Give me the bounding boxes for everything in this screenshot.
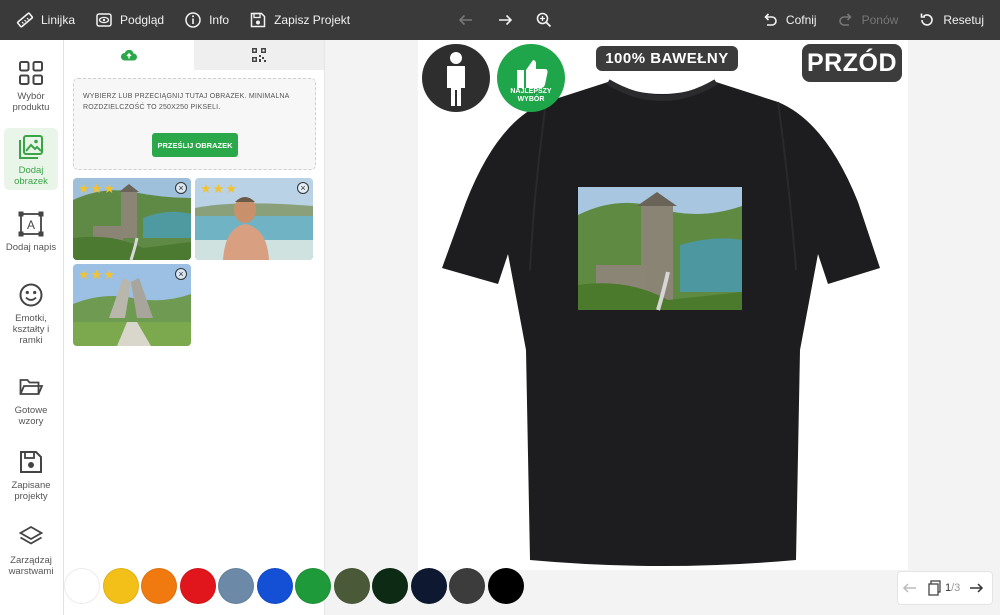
color-swatch-grey-blue[interactable]: [218, 568, 254, 604]
save-project-button[interactable]: Zapisz Projekt: [239, 0, 360, 40]
info-label: Info: [209, 13, 230, 27]
person-icon: [447, 52, 465, 106]
color-swatch-green[interactable]: [295, 568, 331, 604]
page-total: /3: [951, 582, 961, 594]
sidebar-item-label: Zarządzaj warstwami: [8, 555, 54, 577]
ruler-icon: [16, 12, 34, 28]
preview-button[interactable]: Podgląd: [85, 0, 174, 40]
uploaded-image-thumbnail[interactable]: ★ ★ ★ ×: [195, 178, 313, 260]
side-label[interactable]: PRZÓD: [802, 44, 902, 82]
printed-castle-image: [578, 187, 742, 311]
image-panel: WYBIERZ LUB PRZECIĄGNIJ TUTAJ OBRAZEK. M…: [64, 40, 325, 615]
grid-icon: [19, 61, 43, 85]
sidebar-item-label: Gotowe wzory: [14, 405, 48, 427]
remove-image-icon[interactable]: ×: [175, 268, 187, 280]
next-page-button[interactable]: [964, 580, 988, 596]
back-arrow-button[interactable]: [450, 0, 489, 40]
zoom-button[interactable]: [528, 0, 567, 40]
color-swatch-dark-green[interactable]: [372, 568, 408, 604]
design-canvas[interactable]: NAJLEPSZY WYBÓR 100% BAWEŁNY PRZÓD: [418, 40, 908, 570]
redo-label: Ponów: [861, 13, 899, 27]
upload-image-button[interactable]: PRZEŚLIJ OBRAZEK: [152, 133, 238, 157]
color-swatches: [64, 568, 526, 608]
eye-icon: [96, 13, 112, 27]
rating-stars: ★ ★ ★: [78, 181, 115, 196]
best-choice-label: NAJLEPSZY WYBÓR: [510, 88, 552, 103]
color-swatch-navy[interactable]: [410, 568, 447, 604]
redo-button[interactable]: Ponów: [827, 0, 909, 40]
forward-arrow-button[interactable]: [489, 0, 528, 40]
color-swatch-yellow[interactable]: [102, 568, 139, 604]
page-navigator: 1 /3: [897, 571, 993, 605]
image-icon: [19, 135, 43, 159]
text-box-icon: A: [18, 211, 44, 237]
remove-image-icon[interactable]: ×: [297, 182, 309, 194]
sidebar-item-add-text[interactable]: A Dodaj napis: [4, 205, 58, 253]
floppy-icon: [250, 12, 266, 28]
sidebar-item-label: Emotki, kształty i ramki: [12, 313, 50, 346]
arrow-right-icon: [499, 14, 513, 26]
color-swatch-white[interactable]: [64, 568, 100, 604]
color-swatch-graphite[interactable]: [449, 568, 485, 604]
color-swatch-orange[interactable]: [141, 568, 177, 604]
zoom-in-icon: [536, 12, 552, 28]
arrow-right-icon: [970, 583, 984, 593]
uploaded-image-thumbnail[interactable]: ★ ★ ★ ×: [73, 178, 191, 260]
remove-image-icon[interactable]: ×: [175, 182, 187, 194]
layers-icon: [18, 525, 44, 545]
arrow-left-icon: [458, 14, 472, 26]
info-icon: [185, 12, 201, 28]
folder-icon: [19, 379, 44, 395]
undo-button[interactable]: Cofnij: [751, 0, 827, 40]
tab-upload[interactable]: [64, 40, 194, 70]
undo-icon: [764, 13, 777, 26]
color-swatch-blue[interactable]: [256, 568, 293, 604]
ruler-label: Linijka: [41, 13, 76, 27]
color-swatch-olive[interactable]: [333, 568, 370, 604]
sidebar-item-add-image[interactable]: Dodaj obrazek: [4, 128, 58, 190]
sidebar-item-product[interactable]: Wybór produktu: [4, 54, 58, 113]
upload-dropzone[interactable]: WYBIERZ LUB PRZECIĄGNIJ TUTAJ OBRAZEK. M…: [73, 78, 316, 170]
qr-code-icon: [252, 48, 266, 62]
smiley-icon: [19, 283, 43, 307]
sidebar-item-emoji-shapes[interactable]: Emotki, kształty i ramki: [4, 276, 58, 346]
uploaded-image-thumbnail[interactable]: ★ ★ ★ ×: [73, 264, 191, 346]
fit-type-badge[interactable]: [422, 44, 490, 112]
top-toolbar: Linijka Podgląd Info Zapisz Projekt Cofn…: [0, 0, 1000, 40]
reset-icon: [921, 13, 934, 26]
svg-text:A: A: [27, 218, 35, 232]
ruler-button[interactable]: Linijka: [6, 0, 85, 40]
sidebar-item-layers[interactable]: Zarządzaj warstwami: [4, 518, 58, 577]
color-swatch-black[interactable]: [487, 568, 524, 604]
sidebar-item-label: Zapisane projekty: [11, 480, 51, 502]
tshirt-mockup: [442, 79, 880, 566]
color-swatch-red[interactable]: [179, 568, 216, 604]
pages-icon: [928, 580, 941, 596]
undo-label: Cofnij: [785, 13, 817, 27]
redo-icon: [838, 13, 852, 26]
save-project-label: Zapisz Projekt: [274, 13, 351, 27]
preview-label: Podgląd: [120, 13, 165, 27]
rating-stars: ★ ★ ★: [78, 267, 115, 282]
reset-label: Resetuj: [943, 13, 984, 27]
reset-button[interactable]: Resetuj: [908, 0, 994, 40]
sidebar-item-saved-projects[interactable]: Zapisane projekty: [4, 443, 58, 502]
tab-qr-code[interactable]: [194, 40, 324, 70]
best-choice-badge: NAJLEPSZY WYBÓR: [497, 44, 565, 112]
left-sidebar: Wybór produktu Dodaj obrazek A Dodaj nap…: [0, 40, 64, 615]
panel-tabs: [64, 40, 324, 70]
sidebar-item-label: Dodaj obrazek: [14, 165, 48, 187]
cotton-label: 100% BAWEŁNY: [596, 46, 738, 71]
sidebar-item-templates[interactable]: Gotowe wzory: [4, 368, 58, 427]
upload-instructions: WYBIERZ LUB PRZECIĄGNIJ TUTAJ OBRAZEK. M…: [83, 93, 290, 111]
floppy-icon: [20, 451, 42, 473]
sidebar-item-label: Wybór produktu: [12, 91, 50, 113]
info-button[interactable]: Info: [174, 0, 239, 40]
arrow-left-icon: [902, 583, 916, 593]
sidebar-item-label: Dodaj napis: [5, 242, 57, 253]
cloud-upload-icon: [120, 49, 137, 61]
prev-page-button[interactable]: [898, 580, 922, 596]
rating-stars: ★ ★ ★: [200, 181, 237, 196]
